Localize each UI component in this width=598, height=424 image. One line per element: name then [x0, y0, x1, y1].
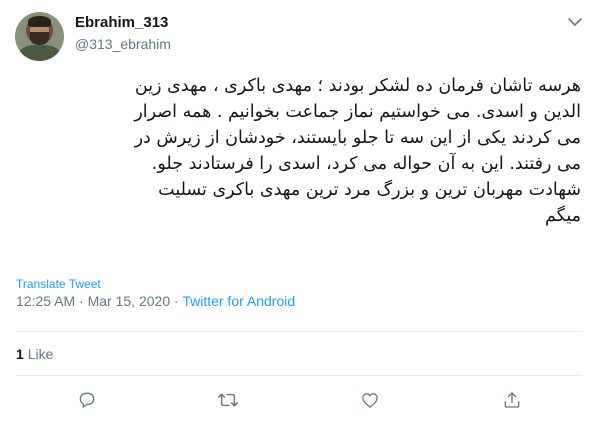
heart-icon[interactable]	[358, 388, 382, 412]
retweet-icon[interactable]	[216, 388, 240, 412]
tweet-source-link[interactable]: Twitter for Android	[182, 293, 295, 309]
reply-icon[interactable]	[75, 388, 99, 412]
tweet-text-line: الدین و اسدی. می خواستیم نماز جماعت بخوا…	[134, 102, 581, 122]
meta-separator: ·	[170, 293, 183, 309]
likes-count[interactable]: 1 Like	[16, 346, 53, 362]
share-icon[interactable]	[500, 388, 524, 412]
tweet-text: هرسه تاشان فرمان ده لشکر بودند ؛ مهدی با…	[16, 73, 581, 229]
tweet-text-line: هرسه تاشان فرمان ده لشکر بودند ؛ مهدی با…	[134, 76, 581, 96]
translate-tweet-link[interactable]: Translate Tweet	[16, 277, 101, 291]
tweet-text-line: می کردند یکی از این سه تا جلو بایستند، خ…	[134, 128, 581, 148]
chevron-down-icon[interactable]	[567, 16, 583, 28]
likes-number: 1	[16, 346, 24, 362]
meta-separator: ·	[75, 293, 88, 309]
divider	[16, 375, 582, 376]
action-bar	[16, 386, 582, 416]
avatar[interactable]	[15, 12, 64, 61]
tweet-time[interactable]: 12:25 AM	[16, 293, 75, 309]
tweet-text-line: می رفتند. این به آن حواله می کرد، اسدی ر…	[151, 154, 581, 174]
author-display-name[interactable]: Ebrahim_313	[75, 14, 168, 31]
tweet-text-line: میگم	[545, 206, 581, 226]
divider	[16, 331, 582, 332]
tweet-text-line: شهادت مهربان ترین و بزرگ مرد ترین مهدی ب…	[158, 180, 581, 200]
tweet-card: Ebrahim_313 @313_ebrahim هرسه تاشان فرما…	[0, 0, 598, 424]
likes-label: Like	[27, 346, 54, 362]
tweet-meta: 12:25 AM · Mar 15, 2020 · Twitter for An…	[16, 293, 295, 309]
author-handle[interactable]: @313_ebrahim	[75, 36, 171, 52]
tweet-date[interactable]: Mar 15, 2020	[88, 293, 171, 309]
